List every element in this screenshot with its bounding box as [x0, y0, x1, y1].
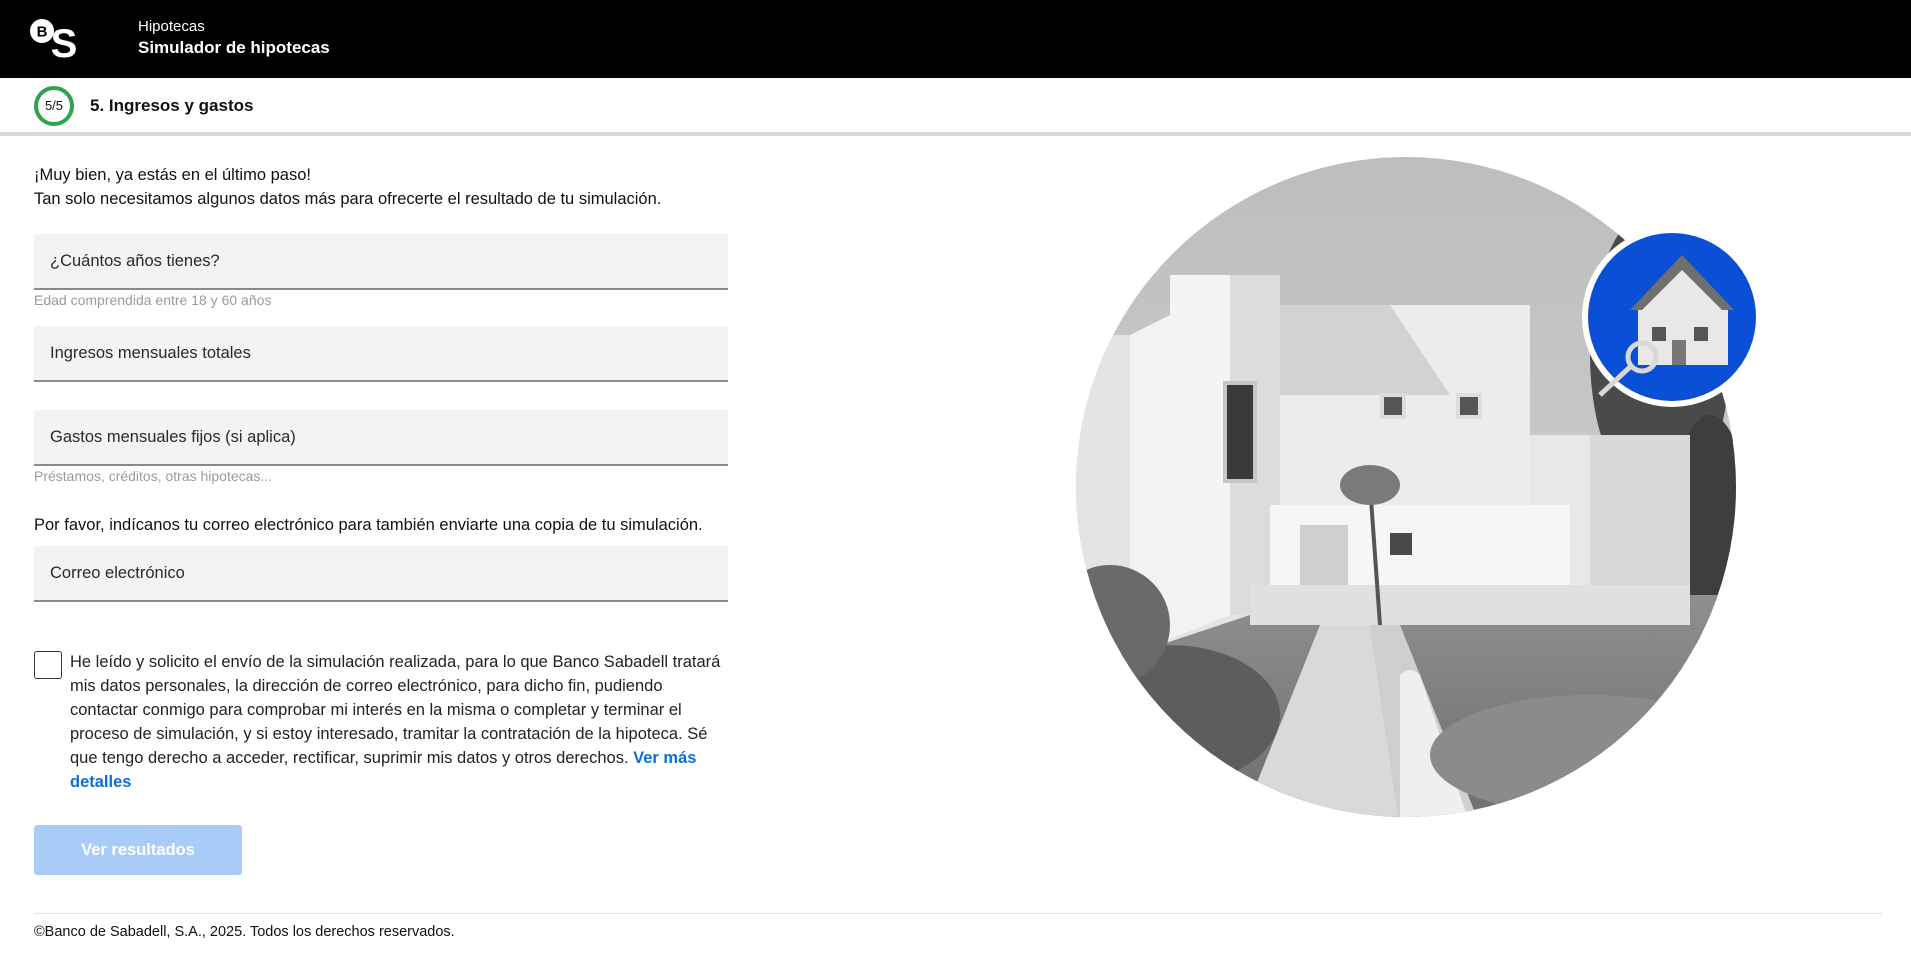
income-input[interactable]	[34, 326, 728, 380]
header-section-label: Hipotecas	[138, 18, 205, 35]
consent-text: He leído y solicito el envío de la simul…	[70, 653, 721, 767]
footer-copyright: ©Banco de Sabadell, S.A., 2025. Todos lo…	[34, 924, 455, 940]
bs-logo-icon[interactable]: B S	[28, 17, 84, 61]
consent-checkbox[interactable]	[34, 651, 62, 679]
step-counter: 5/5	[44, 98, 64, 113]
age-input[interactable]	[34, 234, 728, 288]
top-header: B S Hipotecas Simulador de hipotecas	[0, 0, 1911, 78]
house-keys-icon	[1582, 227, 1762, 407]
expenses-hint: Préstamos, créditos, otras hipotecas...	[34, 468, 273, 484]
intro-text: ¡Muy bien, ya estás en el último paso! T…	[34, 163, 661, 211]
intro-line-1: ¡Muy bien, ya estás en el último paso!	[34, 166, 311, 184]
email-field	[34, 546, 728, 602]
step-bar: 5/5 5. Ingresos y gastos	[0, 78, 1911, 136]
income-field	[34, 326, 728, 382]
age-hint: Edad comprendida entre 18 y 60 años	[34, 292, 272, 308]
house-illustration	[1076, 157, 1762, 817]
svg-text:S: S	[51, 22, 78, 61]
expenses-input[interactable]	[34, 410, 728, 464]
header-title: Simulador de hipotecas	[138, 38, 330, 57]
age-field	[34, 234, 728, 290]
intro-line-2: Tan solo necesitamos algunos datos más p…	[34, 190, 662, 208]
consent-text-block: He leído y solicito el envío de la simul…	[70, 650, 730, 794]
email-input[interactable]	[34, 546, 728, 600]
footer-divider	[34, 913, 1882, 914]
email-intro-text: Por favor, indícanos tu correo electróni…	[34, 516, 703, 534]
svg-text:B: B	[37, 24, 48, 41]
step-title: 5. Ingresos y gastos	[90, 96, 254, 115]
expenses-field	[34, 410, 728, 466]
view-results-button[interactable]: Ver resultados	[34, 825, 242, 875]
